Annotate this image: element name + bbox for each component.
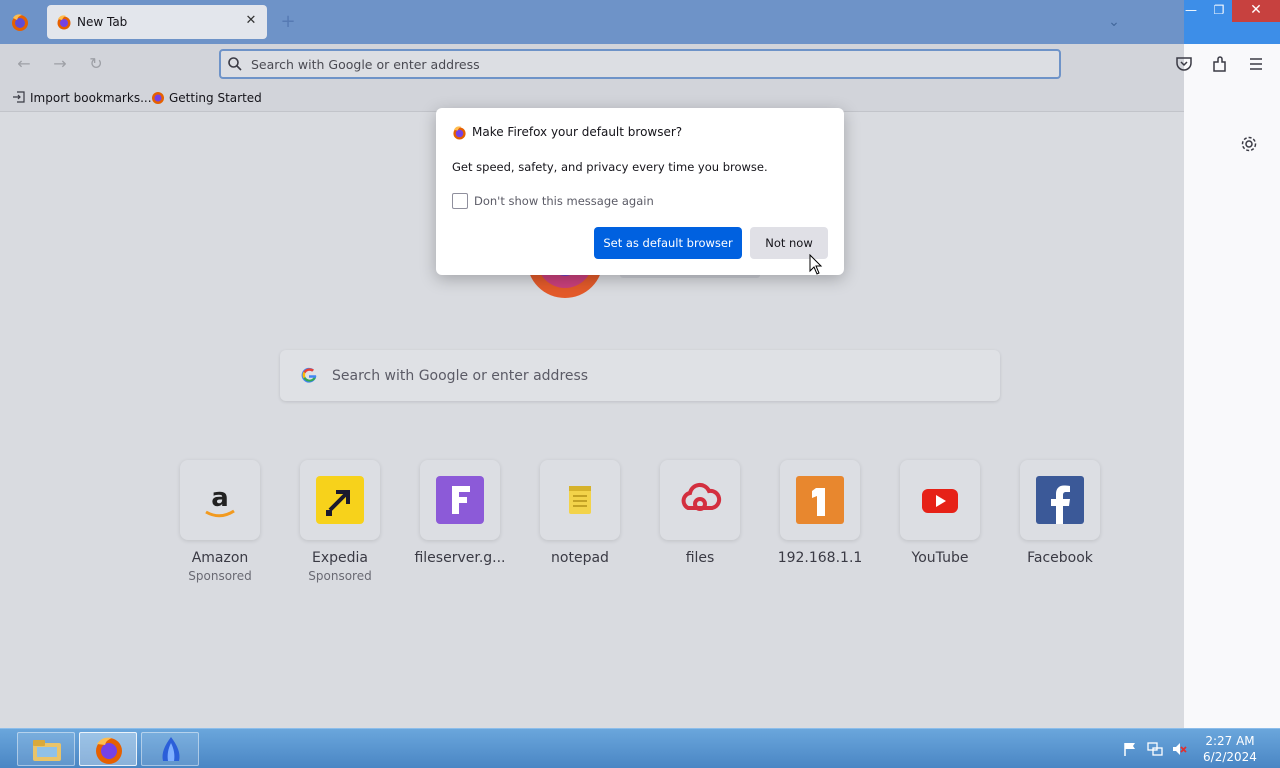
notepad-icon bbox=[569, 486, 591, 514]
svg-text:a: a bbox=[211, 483, 229, 513]
network-icon[interactable] bbox=[1147, 741, 1163, 757]
top-site-tile[interactable]: Facebook bbox=[1000, 460, 1120, 566]
extensions-icon[interactable] bbox=[1210, 54, 1230, 74]
gear-icon[interactable] bbox=[1239, 134, 1259, 154]
minimize-button[interactable]: — bbox=[1176, 0, 1206, 22]
default-browser-dialog: Make Firefox your default browser? Get s… bbox=[436, 108, 844, 275]
content-search-input[interactable] bbox=[332, 366, 952, 386]
top-site-tile[interactable]: Expedia Sponsored bbox=[280, 460, 400, 583]
firefox-bookmark-icon bbox=[152, 92, 164, 104]
firefox-dialog-icon bbox=[453, 126, 466, 140]
top-sites: a Amazon Sponsored Expedia Sponsored fil… bbox=[0, 460, 1184, 600]
new-tab-button[interactable]: + bbox=[278, 12, 298, 32]
mouse-cursor-icon bbox=[809, 254, 823, 275]
firefox-icon bbox=[96, 737, 122, 764]
url-input[interactable] bbox=[251, 55, 1031, 73]
tile-label: Expedia bbox=[312, 550, 368, 566]
file-explorer-icon bbox=[33, 740, 61, 761]
right-panel bbox=[1184, 113, 1280, 728]
import-icon bbox=[13, 91, 25, 103]
tab-close-icon[interactable]: ✕ bbox=[243, 13, 259, 29]
youtube-icon bbox=[922, 489, 958, 513]
dialog-title: Make Firefox your default browser? bbox=[472, 125, 683, 139]
taskbar-firefox[interactable] bbox=[79, 732, 137, 766]
dont-show-label[interactable]: Don't show this message again bbox=[474, 194, 654, 208]
reload-button[interactable]: ↻ bbox=[86, 54, 106, 74]
top-site-tile[interactable]: a Amazon Sponsored bbox=[160, 460, 280, 583]
fileserver-icon bbox=[436, 476, 484, 524]
tile-label: Amazon bbox=[191, 550, 249, 566]
navigation-toolbar: ← → ↻ bbox=[0, 44, 1280, 84]
files-icon bbox=[681, 482, 722, 511]
tile-label: fileserver.g... bbox=[414, 550, 506, 566]
tile-label: Facebook bbox=[1027, 550, 1093, 566]
clock-date: 6/2/2024 bbox=[1203, 750, 1257, 764]
dont-show-checkbox[interactable] bbox=[452, 193, 468, 209]
flag-icon[interactable] bbox=[1122, 741, 1138, 757]
title-bar: New Tab ✕ + ⌄ bbox=[0, 0, 1184, 44]
system-clock[interactable]: 2:27 AM 6/2/2024 bbox=[1192, 733, 1268, 765]
forward-button[interactable]: → bbox=[50, 54, 70, 74]
top-site-tile[interactable]: fileserver.g... bbox=[400, 460, 520, 566]
maximize-button[interactable]: ❐ bbox=[1204, 0, 1234, 22]
menu-icon[interactable] bbox=[1246, 54, 1266, 74]
back-button[interactable]: ← bbox=[14, 54, 34, 74]
router-icon bbox=[796, 476, 844, 524]
expedia-icon bbox=[316, 476, 364, 524]
tab-new-tab[interactable]: New Tab ✕ bbox=[47, 5, 267, 39]
app-icon bbox=[162, 737, 180, 761]
set-default-button[interactable]: Set as default browser bbox=[594, 227, 742, 259]
bookmark-import[interactable]: Import bookmarks... bbox=[12, 90, 152, 106]
top-site-tile[interactable]: YouTube bbox=[880, 460, 1000, 566]
google-icon bbox=[301, 367, 317, 383]
amazon-icon: a bbox=[205, 483, 235, 518]
close-window-button[interactable]: ✕ bbox=[1232, 0, 1280, 22]
pocket-icon[interactable] bbox=[1174, 54, 1194, 74]
tile-label: 192.168.1.1 bbox=[777, 550, 863, 566]
taskbar: 2:27 AM 6/2/2024 bbox=[0, 728, 1280, 768]
firefox-tab-icon bbox=[57, 15, 71, 30]
top-site-tile[interactable]: files bbox=[640, 460, 760, 566]
clock-time: 2:27 AM bbox=[1205, 734, 1255, 748]
firefox-logo-icon bbox=[12, 14, 28, 31]
bookmarks-right-area bbox=[1184, 84, 1280, 113]
tab-list-chevron-icon[interactable]: ⌄ bbox=[1104, 12, 1124, 32]
tile-sponsored-label: Sponsored bbox=[188, 569, 252, 583]
bookmark-label: Getting Started bbox=[169, 91, 262, 105]
dialog-message: Get speed, safety, and privacy every tim… bbox=[452, 160, 768, 174]
tab-title: New Tab bbox=[77, 15, 128, 29]
tile-label: notepad bbox=[551, 550, 609, 566]
volume-muted-icon[interactable] bbox=[1171, 741, 1187, 757]
tile-sponsored-label: Sponsored bbox=[308, 569, 372, 583]
tile-label: files bbox=[685, 550, 715, 566]
bookmark-getting-started[interactable]: Getting Started bbox=[151, 90, 262, 106]
top-site-tile[interactable]: 192.168.1.1 bbox=[760, 460, 880, 566]
address-bar[interactable] bbox=[219, 49, 1061, 79]
taskbar-app[interactable] bbox=[141, 732, 199, 766]
bookmark-label: Import bookmarks... bbox=[30, 91, 152, 105]
tile-label: YouTube bbox=[911, 550, 969, 566]
search-icon bbox=[228, 57, 242, 71]
taskbar-file-explorer[interactable] bbox=[17, 732, 75, 766]
content-search-box[interactable] bbox=[280, 350, 1000, 401]
top-site-tile[interactable]: notepad bbox=[520, 460, 640, 566]
facebook-icon bbox=[1036, 476, 1084, 524]
